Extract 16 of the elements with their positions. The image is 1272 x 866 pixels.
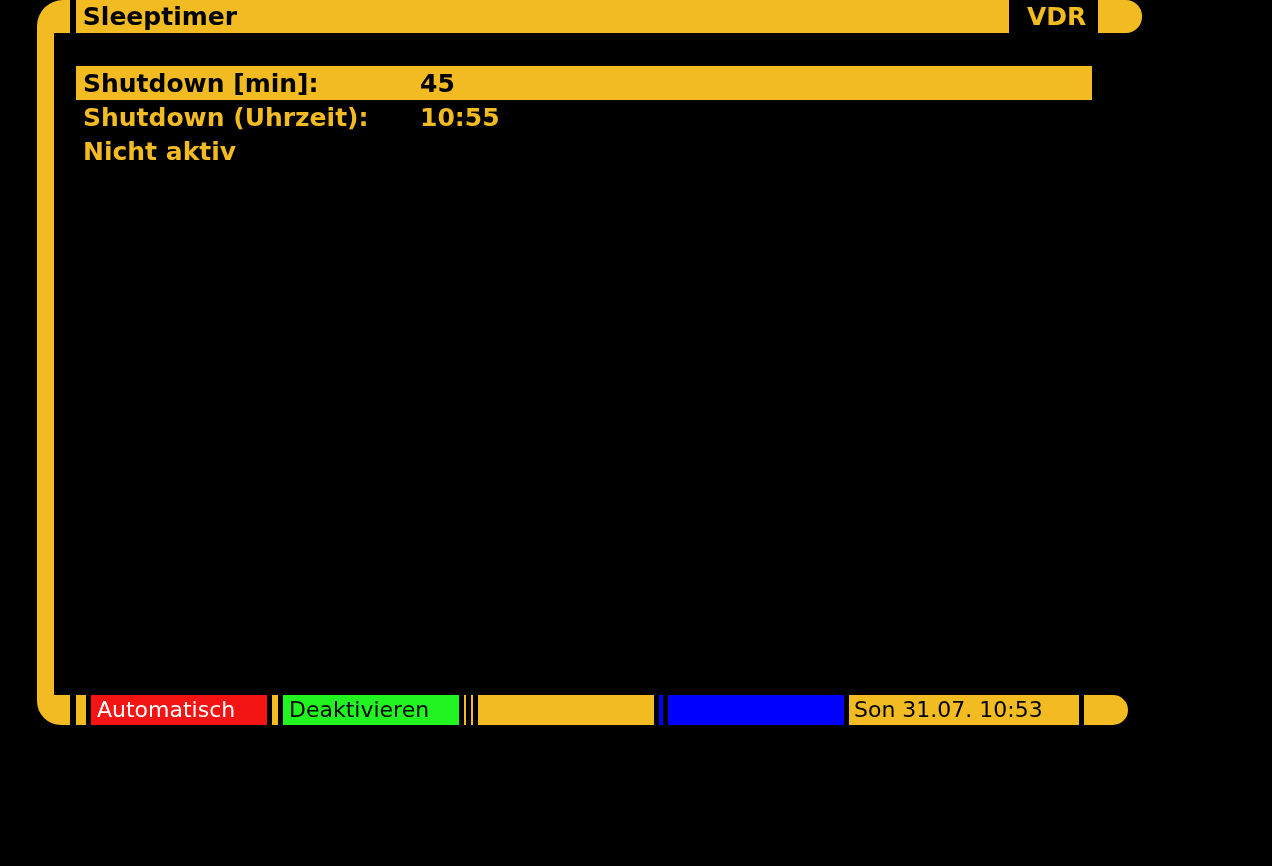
- color-key-button[interactable]: Deaktivieren: [283, 695, 459, 725]
- date-time: Son 31.07. 10:53: [849, 695, 1079, 725]
- menu-item[interactable]: Nicht aktiv: [76, 134, 1092, 168]
- menu-item[interactable]: Shutdown (Uhrzeit): 10:55: [76, 100, 1092, 134]
- color-key-button[interactable]: [668, 695, 844, 725]
- frame-corner: [37, 0, 70, 33]
- window-title: Sleeptimer: [75, 0, 1009, 33]
- frame-segment: [272, 695, 278, 725]
- frame-end-cap: [1098, 0, 1142, 33]
- frame-corner: [37, 695, 70, 725]
- menu-item[interactable]: Shutdown [min]: 45: [76, 66, 1092, 100]
- frame-end-cap: [1084, 695, 1128, 725]
- color-key-button[interactable]: [478, 695, 654, 725]
- key-divider-segment: [659, 695, 663, 725]
- color-key-button[interactable]: Automatisch: [91, 695, 267, 725]
- frame-segment: [76, 695, 86, 725]
